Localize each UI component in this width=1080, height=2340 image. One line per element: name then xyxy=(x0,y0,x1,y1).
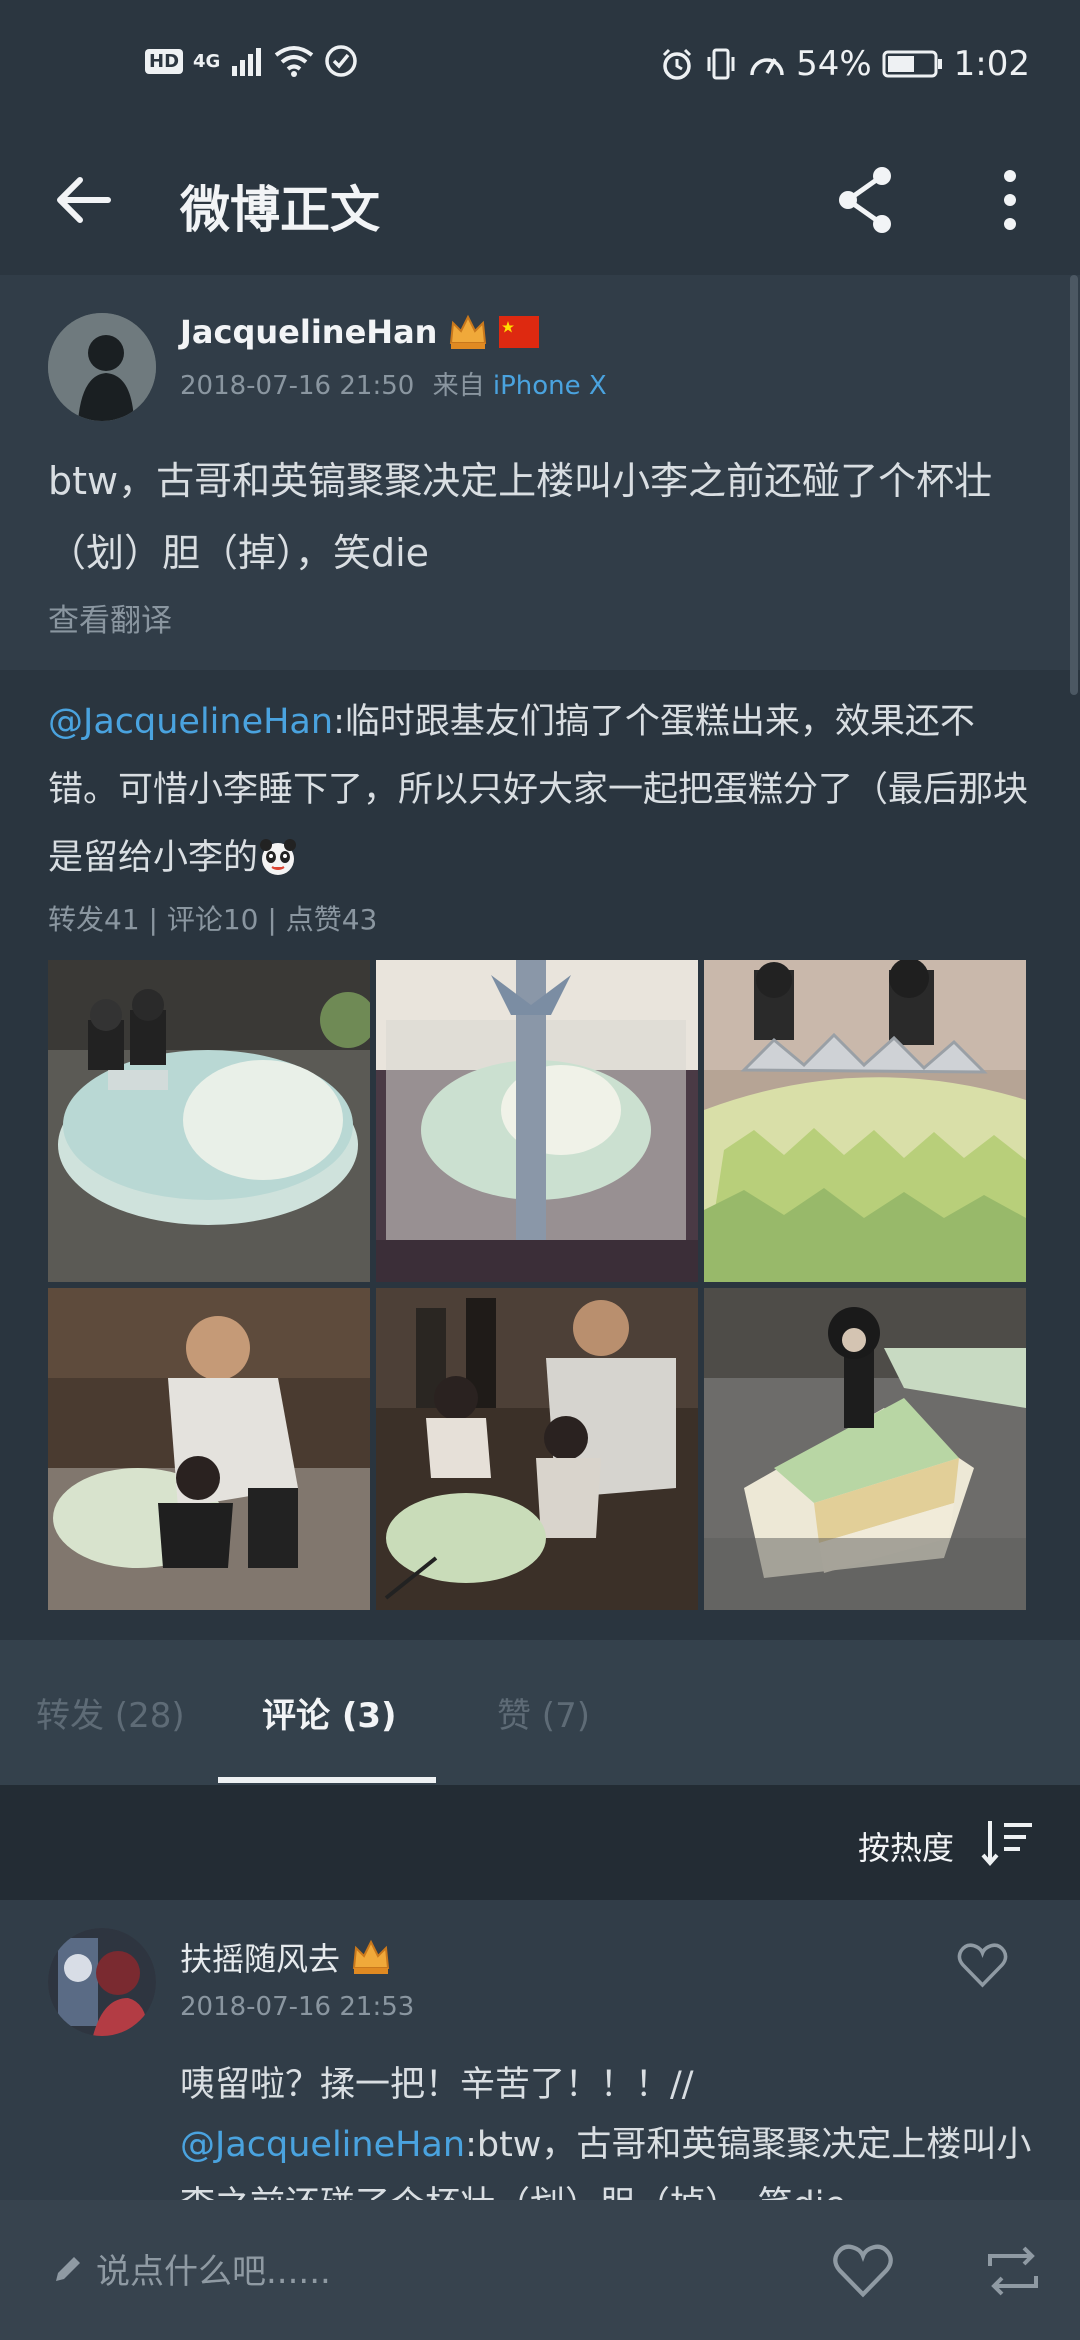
mention-link[interactable]: @JacquelineHan xyxy=(48,702,333,742)
repost-stats: 转发41 | 评论10 | 点赞43 xyxy=(48,903,378,936)
weibo-post: JacquelineHan 2018-07-16 21:50 来自 iPhone… xyxy=(0,275,1080,670)
photo-thumbnail[interactable] xyxy=(704,960,1026,1282)
comment-item: 扶摇随风去 2018-07-16 21:53 咦留啦？揉一把！辛苦了！！！// … xyxy=(0,1900,1080,2200)
compose-placeholder: 说点什么吧...... xyxy=(96,2252,331,2292)
comment-time: 2018-07-16 21:53 xyxy=(180,1992,415,2022)
comment-body: 咦留啦？揉一把！辛苦了！！！// @JacquelineHan:btw，古哥和英… xyxy=(180,2055,1040,2200)
like-button[interactable] xyxy=(830,2238,896,2304)
active-tab-indicator xyxy=(218,1777,436,1783)
photo-thumbnail[interactable] xyxy=(48,960,370,1282)
app-bar: 微博正文 xyxy=(0,130,1080,275)
sort-by-hot-button[interactable]: 按热度 xyxy=(858,1823,954,1869)
speedometer-icon xyxy=(750,58,784,76)
photo-thumbnail[interactable] xyxy=(376,1288,698,1610)
battery-percent: 54% xyxy=(796,44,872,84)
page-title: 微博正文 xyxy=(180,181,380,239)
tab-reposts[interactable]: 转发 (28) xyxy=(36,1688,185,1737)
crown-badge-icon xyxy=(352,1939,390,1974)
china-flag-icon xyxy=(499,316,540,348)
panda-emoji-icon xyxy=(260,839,297,875)
share-button[interactable] xyxy=(830,160,900,240)
author-name-row: JacquelineHan xyxy=(180,313,540,351)
avatar-image-icon xyxy=(48,1928,156,2036)
commenter-name[interactable]: 扶摇随风去 xyxy=(180,1934,340,1980)
hd-badge: HD xyxy=(145,48,184,74)
repost-body: @JacquelineHan:临时跟基友们搞了个蛋糕出来，效果还不错。可惜小李睡… xyxy=(48,688,1038,892)
status-right-icons: 54% 1:02 xyxy=(660,44,1030,84)
author-avatar[interactable] xyxy=(48,313,156,421)
sort-icon xyxy=(981,1821,1032,1867)
post-body: btw，古哥和英镐聚聚决定上楼叫小李之前还碰了个杯壮（划）胆（掉），笑die xyxy=(48,459,993,575)
crown-badge-icon xyxy=(450,314,487,349)
tab-likes[interactable]: 赞 (7) xyxy=(497,1688,590,1737)
clock-time: 1:02 xyxy=(953,44,1030,84)
repost-icon xyxy=(988,2246,1038,2296)
photo-thumbnail[interactable] xyxy=(48,1288,370,1610)
check-circle-icon xyxy=(325,45,358,77)
translate-link[interactable]: 查看翻译 xyxy=(48,595,172,640)
commenter-name-row: 扶摇随风去 xyxy=(180,1934,392,1980)
pencil-icon xyxy=(56,2256,80,2281)
repost-button[interactable] xyxy=(980,2238,1046,2304)
post-datetime: 2018-07-16 21:50 xyxy=(180,371,415,401)
tab-comments[interactable]: 评论 (3) xyxy=(262,1688,397,1737)
battery-icon xyxy=(882,50,942,78)
comment-compose-input[interactable]: 说点什么吧...... xyxy=(50,2244,331,2293)
more-vertical-icon xyxy=(1004,170,1016,230)
more-options-button[interactable] xyxy=(985,160,1035,240)
arrow-left-icon xyxy=(57,177,111,223)
sort-button[interactable] xyxy=(980,1815,1035,1870)
heart-outline-icon xyxy=(833,2244,893,2298)
network-type: 4G xyxy=(193,50,221,72)
commenter-avatar[interactable] xyxy=(48,1928,156,2036)
share-icon xyxy=(839,167,891,233)
reposted-content[interactable]: @JacquelineHan:临时跟基友们搞了个蛋糕出来，效果还不错。可惜小李睡… xyxy=(0,670,1080,1640)
comment-like-button[interactable] xyxy=(955,1938,1010,1993)
comment-mention-link[interactable]: @JacquelineHan xyxy=(180,2125,465,2165)
vibrate-icon xyxy=(707,48,735,80)
alarm-icon xyxy=(663,48,692,80)
comment-text: 咦留啦？揉一把！辛苦了！！！// xyxy=(180,2065,694,2105)
avatar-silhouette-icon xyxy=(48,313,156,421)
status-left-icons: HD 4G xyxy=(145,44,358,78)
author-name[interactable]: JacquelineHan xyxy=(180,313,437,351)
status-bar: HD 4G 54% 1:02 xyxy=(0,0,1080,130)
post-source-link[interactable]: iPhone X xyxy=(493,371,607,401)
heart-outline-icon xyxy=(957,1943,1008,1988)
photo-grid xyxy=(48,960,1030,1610)
photo-thumbnail[interactable] xyxy=(704,1288,1026,1610)
photo-thumbnail[interactable] xyxy=(376,960,698,1282)
detail-tabs: 转发 (28) 评论 (3) 赞 (7) xyxy=(0,1640,1080,1785)
sort-bar: 按热度 xyxy=(0,1785,1080,1900)
signal-icon xyxy=(232,48,262,76)
source-prefix: 来自 xyxy=(432,371,485,401)
post-meta: 2018-07-16 21:50 来自 iPhone X xyxy=(180,365,607,402)
bottom-action-bar: 说点什么吧...... xyxy=(0,2200,1080,2340)
wifi-icon xyxy=(275,46,314,77)
scrollbar-thumb[interactable] xyxy=(1070,275,1078,695)
back-button[interactable] xyxy=(50,165,120,235)
